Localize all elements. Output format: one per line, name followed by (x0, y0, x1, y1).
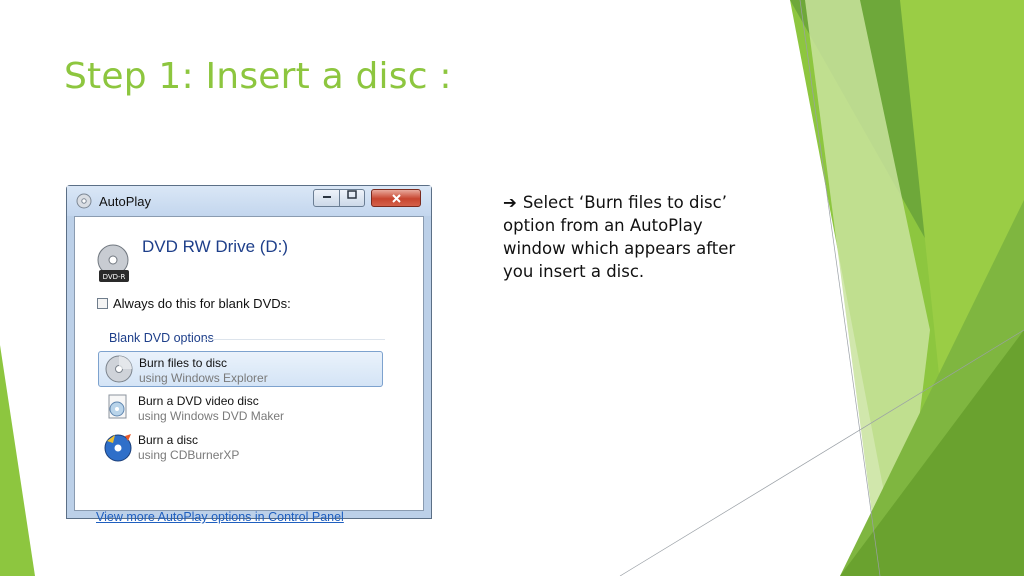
option-subtitle: using Windows DVD Maker (138, 409, 285, 423)
option-title: Burn a DVD video disc (138, 394, 259, 408)
maximize-icon (347, 190, 357, 199)
close-icon (391, 194, 401, 203)
disc-icon (105, 355, 133, 383)
slide-title: Step 1: Insert a disc : (64, 56, 452, 97)
section-divider (203, 339, 385, 340)
option-subtitle: using Windows Explorer (139, 371, 268, 385)
minimize-button[interactable] (313, 189, 340, 207)
drive-name: DVD RW Drive (D:) (142, 237, 289, 256)
window-titlebar[interactable]: AutoPlay (67, 186, 431, 216)
option-subtitle: using CDBurnerXP (138, 448, 240, 462)
dvd-maker-icon (108, 394, 127, 419)
minimize-icon (322, 196, 331, 198)
option-burn-dvd-video-disc[interactable]: Burn a DVD video disc using Windows DVD … (98, 390, 383, 426)
window-title: AutoPlay (99, 194, 152, 209)
option-title: Burn files to disc (139, 356, 228, 370)
cdburnerxp-icon (104, 434, 132, 462)
option-burn-files-to-disc[interactable]: Burn files to disc using Windows Explore… (98, 351, 383, 387)
section-heading: Blank DVD options (109, 331, 214, 345)
control-panel-link[interactable]: View more AutoPlay options in Control Pa… (96, 510, 344, 524)
always-do-this-row[interactable]: Always do this for blank DVDs: (97, 296, 291, 311)
always-do-this-checkbox[interactable] (97, 298, 108, 309)
option-title: Burn a disc (138, 433, 199, 447)
instruction-text: Select ‘Burn files to disc’ option from … (503, 193, 736, 281)
dvd-drive-icon: DVD-R (97, 244, 129, 282)
always-do-this-label: Always do this for blank DVDs: (113, 296, 291, 311)
close-button[interactable] (371, 189, 421, 207)
autoplay-icon (76, 193, 92, 209)
window-client-area: DVD-R DVD RW Drive (D:) Always do this f… (74, 216, 424, 524)
drive-badge: DVD-R (103, 273, 126, 281)
autoplay-window: AutoPlay DVD-R DVD RW Drive (D:) Always … (66, 185, 432, 524)
option-burn-a-disc[interactable]: Burn a disc using CDBurnerXP (98, 429, 383, 465)
maximize-button[interactable] (339, 189, 365, 207)
arrow-icon: ➔ (503, 193, 517, 212)
instruction-note: ➔ Select ‘Burn files to disc’ option from… (503, 191, 763, 283)
